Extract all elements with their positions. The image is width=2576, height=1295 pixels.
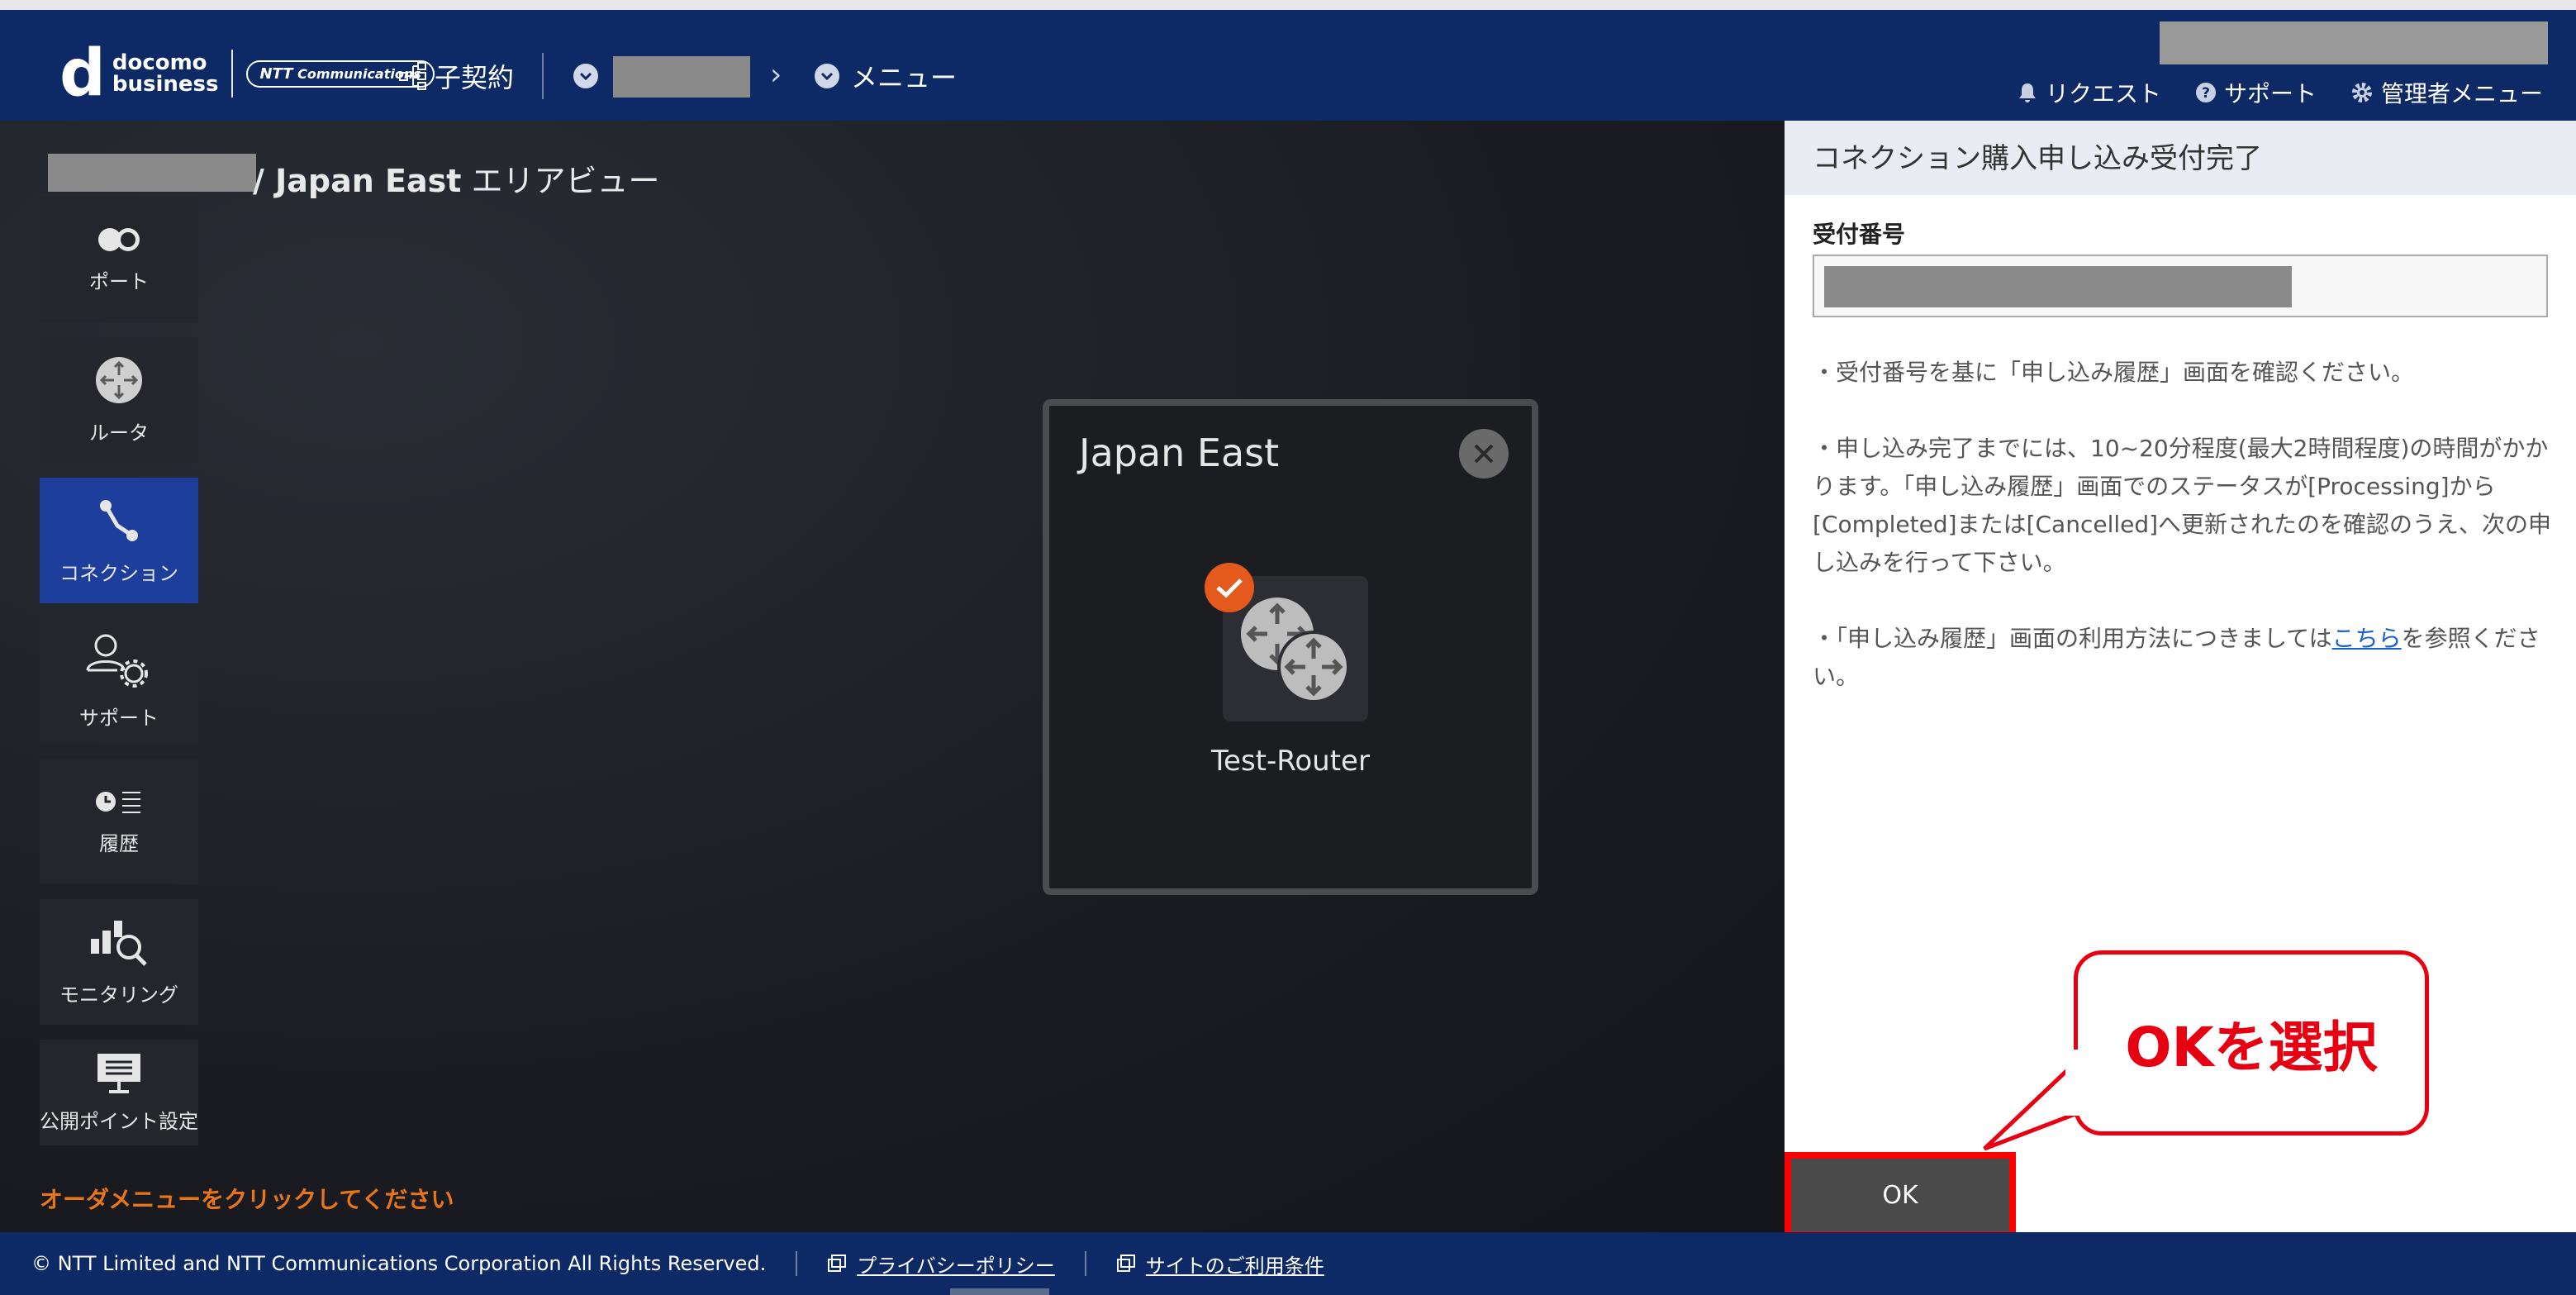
sidebar-item-router[interactable]: ルータ [40,337,198,463]
history-icon [96,791,140,813]
contract-nav[interactable]: 子契約 [398,53,514,99]
ok-button[interactable]: OK [1785,1152,2016,1238]
external-window-icon [1116,1255,1135,1272]
router-icon [96,356,142,403]
admin-menu-link[interactable]: 管理者メニュー [2350,76,2543,109]
instruction-callout: OKを選択 [2074,950,2429,1136]
support-icon [86,634,148,688]
terms-of-use-link[interactable]: サイトのご利用条件 [1116,1250,1324,1278]
redacted-tenant-name [613,56,750,98]
router-name: Test-Router [1211,745,1370,778]
page-title: / Japan East エリアビュー [253,163,660,199]
docomo-business-logo[interactable]: d docomo business NTT Communications [59,41,435,106]
redacted-area-owner [48,154,256,192]
close-icon [1474,444,1494,464]
privacy-policy-link[interactable]: プライバシーポリシー [827,1250,1055,1278]
sidebar-item-port[interactable]: ポート [40,197,198,322]
sidebar-item-connection[interactable]: コネクション [40,478,198,603]
connection-icon [100,499,138,541]
monitoring-icon [91,920,147,966]
sidebar-item-history[interactable]: 履歴 [40,759,198,884]
menu-selector[interactable]: メニュー [815,53,957,99]
here-link[interactable]: こちら [2332,625,2402,652]
sidebar-item-monitoring[interactable]: モニタリング [40,899,198,1025]
redacted-user-info [2160,21,2548,64]
chevron-down-icon [815,64,839,88]
gear-icon [2351,83,2372,102]
external-window-icon [828,1255,847,1272]
receipt-number-label: 受付番号 [1813,221,1906,248]
browser-top-strip [0,0,2576,10]
port-icon [98,227,140,251]
tenant-selector[interactable] [573,53,610,99]
area-popup: Japan East Test-Router [1043,399,1538,895]
app-header: d docomo business NTT Communications 子契約… [0,10,2576,121]
public-point-icon [97,1053,140,1093]
popup-title: Japan East [1079,431,1280,475]
app-footer: © NTT Limited and NTT Communications Cor… [0,1232,2576,1295]
breadcrumb-arrow-icon: › [770,58,782,92]
panel-instructions: ・受付番号を基に「申し込み履歴」画面を確認ください。 ・申し込み完了までには、1… [1813,359,2552,690]
support-link[interactable]: ? サポート [2194,76,2317,109]
request-link[interactable]: リクエスト [2016,76,2161,109]
area-view-canvas: / Japan East エリアビュー ポート ルータ コネクション サポート … [0,121,1785,1232]
sidebar-item-support[interactable]: サポート [40,618,198,744]
order-sidebar: ポート ルータ コネクション サポート 履歴 モニタリング 公開ポイント設定 [40,197,198,1160]
redacted-receipt-number [1824,266,2292,307]
receipt-number-field[interactable] [1813,255,2548,317]
horizontal-scrollbar[interactable] [950,1288,1049,1295]
help-icon: ? [2195,83,2216,102]
selected-check-icon [1205,563,1254,612]
panel-title: コネクション購入申し込み受付完了 [1785,121,2576,195]
order-hint-text: オーダメニューをクリックしてください [40,1186,454,1213]
close-button[interactable] [1459,429,1509,478]
svg-text:?: ? [2202,85,2210,102]
copyright: © NTT Limited and NTT Communications Cor… [31,1252,767,1275]
bell-icon [2018,83,2036,102]
sidebar-item-public-point[interactable]: 公開ポイント設定 [40,1040,198,1145]
chevron-down-icon [573,64,598,88]
header-links: リクエスト ? サポート 管理者メニュー [2016,76,2543,109]
hierarchy-icon [399,62,426,90]
